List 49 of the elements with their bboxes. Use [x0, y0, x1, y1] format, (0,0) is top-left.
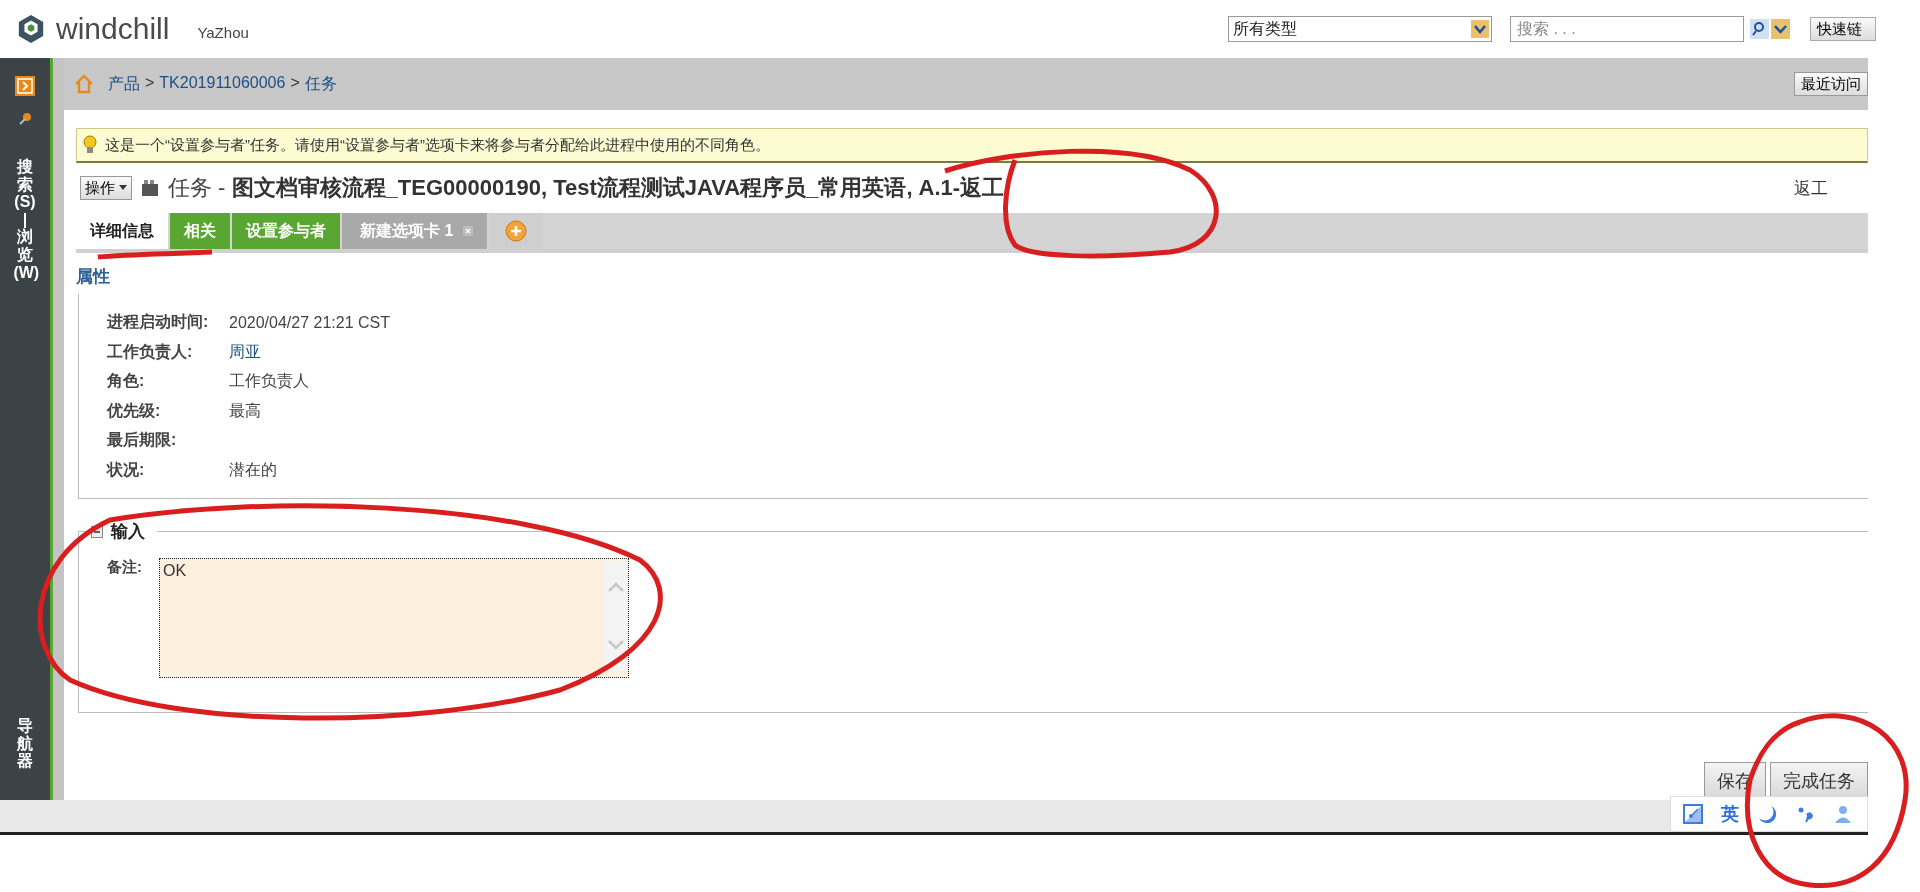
recent-button[interactable]: 最近访问 [1794, 72, 1868, 96]
logo-icon [16, 14, 46, 44]
task-state: 返工 [1794, 177, 1828, 200]
plus-icon [505, 220, 528, 242]
breadcrumb-link[interactable]: 产品 [108, 73, 140, 95]
lightbulb-icon [83, 135, 97, 155]
search-icon[interactable] [1750, 19, 1790, 39]
scrollbar-icon [604, 561, 628, 671]
breadcrumb-separator: > [290, 73, 300, 93]
attribute-link[interactable]: 周亚 [229, 341, 261, 363]
caret-icon [119, 185, 127, 191]
breadcrumb-link[interactable]: TK201911060006 [159, 73, 286, 95]
dropdown-icon [1471, 20, 1489, 38]
field-label: 备注: [107, 558, 143, 577]
attribute-value: 工作负责人 [229, 371, 309, 392]
task-icon [140, 178, 160, 198]
logo-text: windchill [56, 12, 170, 46]
comment-field[interactable]: OK [159, 558, 629, 678]
attribute-label: 角色: [107, 371, 146, 392]
close-icon[interactable] [463, 226, 474, 236]
attribute-value: 最高 [229, 400, 261, 421]
attribute-label: 最后期限: [107, 430, 178, 451]
sidebar-tab[interactable]: 搜索(S) | 浏览(W) [13, 158, 37, 282]
attribute-label: 优先级: [107, 400, 162, 421]
type-select[interactable]: 所有类型 [1228, 16, 1492, 42]
tab[interactable]: 详细信息 [76, 213, 168, 249]
task-title: 任务 - 图文档审核流程_TEG00000190, Test流程测试JAVA程序员_常用英语, A.1-返工 [168, 174, 1005, 202]
attribute-label: 进程启动时间: [107, 312, 210, 333]
section-heading: 输入 [111, 521, 145, 543]
ime-language[interactable]: 英 [1721, 802, 1739, 826]
keyboard-icon[interactable] [1683, 804, 1703, 824]
person-icon[interactable] [1833, 804, 1853, 824]
moon-icon[interactable] [1757, 804, 1777, 824]
collapse-icon[interactable] [91, 525, 103, 538]
attribute-value: 潜在的 [229, 459, 277, 480]
actions-button[interactable]: 操作 [80, 176, 132, 200]
breadcrumb-separator: > [145, 73, 155, 93]
quick-links-button[interactable]: 快速链 [1810, 17, 1876, 41]
sidebar-tab[interactable]: 导航器 [13, 717, 37, 770]
attribute-label: 状况: [107, 459, 146, 480]
attribute-value: 2020/04/27 21:21 CST [229, 313, 390, 332]
attribute-label: 工作负责人: [107, 341, 194, 363]
expand-icon[interactable] [15, 76, 35, 96]
breadcrumb-link[interactable]: 任务 [304, 73, 337, 95]
section-heading: 属性 [76, 266, 111, 288]
search-field[interactable]: 搜索 . . . [1510, 16, 1744, 42]
tip-text: 这是一个“设置参与者”任务。请使用“设置参与者”选项卡来将参与者分配给此进程中使用的不同角色。 [105, 135, 770, 155]
user-name: YaZhou [197, 23, 249, 41]
pin-icon[interactable] [18, 112, 32, 126]
